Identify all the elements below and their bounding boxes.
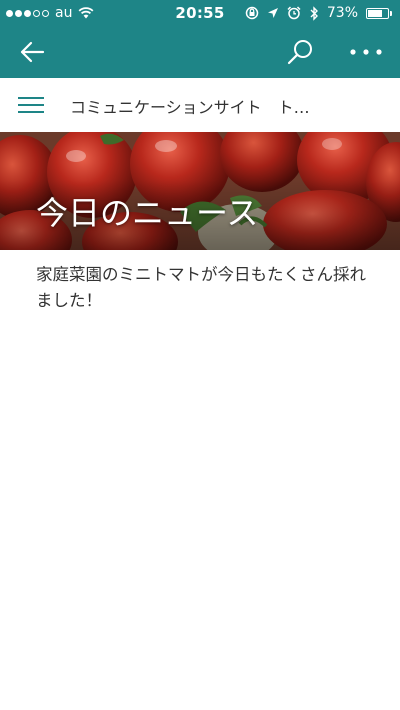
more-dots-icon [350,49,382,55]
rotation-lock-icon [245,6,259,20]
alarm-clock-icon [287,6,301,20]
battery-fill [368,9,382,17]
article-body: 家庭菜園のミニトマトが今日もたくさん採れました！ [36,265,366,310]
more-options-button[interactable] [340,26,392,78]
back-button[interactable] [8,26,56,78]
status-right: 73% [245,4,392,22]
hero-title: 今日のニュース [36,194,259,232]
search-button[interactable] [276,26,324,78]
search-icon [287,40,312,65]
hamburger-menu-icon[interactable] [18,92,46,118]
arrow-left-icon [20,41,45,63]
app-bar [0,26,400,78]
battery-icon [366,7,392,19]
site-title[interactable]: コミュニケーションサイト ト… [70,94,340,118]
screen: au 20:55 73% コミュニケーションサイト ト… 今日のニュース 家庭菜… [0,0,400,710]
bluetooth-icon [309,5,319,21]
status-bar: au 20:55 73% [0,0,400,26]
site-header: コミュニケーションサイト ト… [0,78,400,132]
location-arrow-icon [267,7,279,19]
hero-banner[interactable]: 今日のニュース [0,132,400,250]
battery-percent: 73% [326,5,358,21]
